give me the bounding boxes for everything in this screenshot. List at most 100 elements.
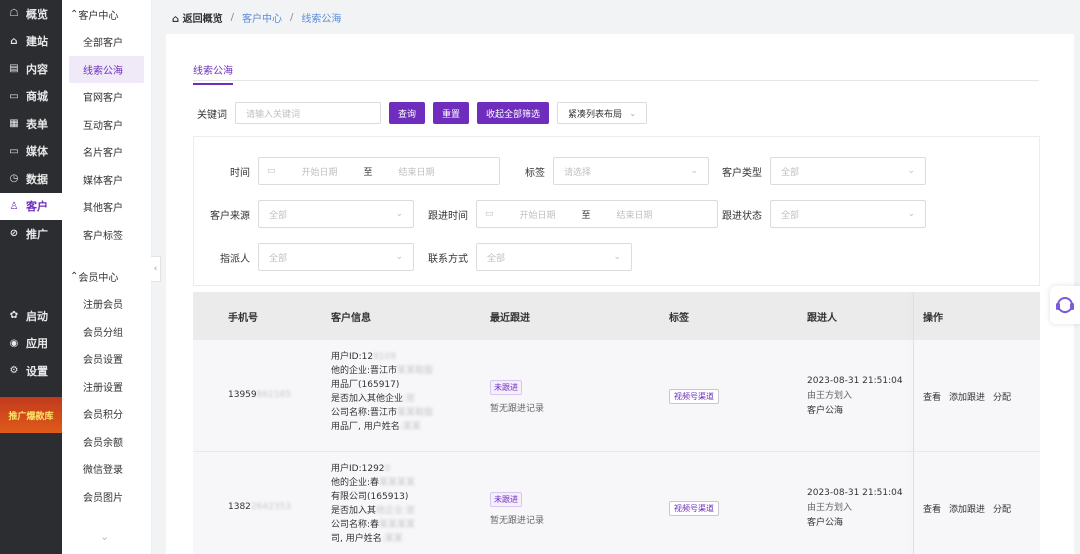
chevron-down-icon: ⌄ <box>395 209 403 219</box>
view-link[interactable]: 查看 <box>923 502 941 515</box>
col-actions: 操作 <box>923 313 943 324</box>
info-text: 是否加入其他企业 <box>331 394 404 404</box>
subnav-customer-7[interactable]: 客户标签 <box>62 221 151 249</box>
follow-record: 暂无跟进记录 <box>490 516 545 526</box>
subnav-customer-4[interactable]: 名片客户 <box>62 138 151 166</box>
nav-item-8[interactable]: ⊘ 推广 <box>0 220 62 248</box>
keyword-input[interactable]: 请输入关键词 <box>235 102 381 124</box>
group-customer-center[interactable]: ⌃ 客户中心 <box>62 0 151 28</box>
filter-follow-time: 跟进时间 ▭ 开始日期 至 结束日期 <box>418 200 718 228</box>
source-value: 全部 <box>269 210 288 221</box>
follow-record: 暂无跟进记录 <box>490 404 545 414</box>
subnav-customer-0[interactable]: 全部客户 <box>62 28 151 56</box>
nav-label: 商城 <box>26 90 48 104</box>
filter-contact: 联系方式 全部 ⌄ <box>418 243 632 271</box>
chevron-down-icon: ⌄ <box>690 166 698 176</box>
collapse-filters-button[interactable]: 收起全部筛选 <box>477 102 550 124</box>
subnav-member-0[interactable]: 注册会员 <box>62 290 151 318</box>
info-text: 有限公司(165913) <box>331 492 409 502</box>
status-badge: 未跟进 <box>490 380 522 395</box>
phone-number: 13959 <box>228 390 257 400</box>
nav-icon: ◉ <box>9 337 19 349</box>
layout-select[interactable]: 紧凑列表布局 ⌄ <box>557 102 648 124</box>
nav-label: 内容 <box>26 62 48 76</box>
view-link[interactable]: 查看 <box>923 390 941 403</box>
info-line: 有限公司(165913) <box>331 490 481 504</box>
promo-banner[interactable]: 推广爆款库 <box>0 397 62 433</box>
subnav-member-2[interactable]: 会员设置 <box>62 345 151 373</box>
info-line: 用品厂(165917) <box>331 378 481 392</box>
assign-link[interactable]: 分配 <box>993 502 1011 515</box>
subnav-member-6[interactable]: 微信登录 <box>62 455 151 483</box>
nav-item-5[interactable]: ▭ 媒体 <box>0 138 62 166</box>
info-text: 他的企业:春 <box>331 478 380 488</box>
tag-select[interactable]: 请选择 ⌄ <box>553 157 709 185</box>
subnav-member-5[interactable]: 会员余额 <box>62 428 151 456</box>
add-follow-link[interactable]: 添加跟进 <box>949 502 985 515</box>
assign-link[interactable]: 分配 <box>993 390 1011 403</box>
back-link[interactable]: ⌂ 返回概览 <box>172 10 223 25</box>
breadcrumb-current: 线索公海 <box>301 14 342 25</box>
keyword-label: 关键词 <box>197 109 227 121</box>
start-date: 开始日期 <box>301 167 338 178</box>
time-range-picker[interactable]: ▭ 开始日期 至 结束日期 <box>258 157 500 185</box>
tab-leads-pool[interactable]: 线索公海 <box>193 62 233 85</box>
col-customer-info: 客户信息 <box>331 313 371 324</box>
phone-masked: 862165 <box>256 390 291 400</box>
customer-info: 用户ID:128109 他的企业:晋江市某某鞋服 用品厂(165917) 是否加入其他… <box>331 350 481 434</box>
nav-bottom-item-2[interactable]: ⚙ 设置 <box>0 357 62 385</box>
nav-item-4[interactable]: ▦ 表单 <box>0 110 62 138</box>
customer-type-value: 全部 <box>781 167 800 178</box>
subnav-customer-2[interactable]: 官网客户 <box>62 83 151 111</box>
subnav-member-3[interactable]: 注册设置 <box>62 373 151 401</box>
subnav-customer-5[interactable]: 媒体客户 <box>62 166 151 194</box>
chevron-down-icon: ⌄ <box>395 252 403 262</box>
contact-select[interactable]: 全部 ⌄ <box>476 243 632 271</box>
tag-badge: 视频号渠道 <box>669 501 719 516</box>
customer-type-select[interactable]: 全部 ⌄ <box>770 157 926 185</box>
query-button[interactable]: 查询 <box>389 102 426 124</box>
nav-label: 媒体 <box>26 145 48 159</box>
group-member-center[interactable]: ⌃ 会员中心 <box>62 262 151 290</box>
col-phone: 手机号 <box>228 313 258 324</box>
nav-item-2[interactable]: ▤ 内容 <box>0 55 62 83</box>
info-masked: :是 <box>403 394 416 404</box>
assignee-value: 全部 <box>269 253 288 264</box>
promo-label: 推广爆款库 <box>8 411 54 422</box>
subnav-customer-6[interactable]: 其他客户 <box>62 193 151 221</box>
keyword-placeholder: 请输入关键词 <box>246 109 301 120</box>
nav-label: 推广 <box>26 227 48 241</box>
nav-icon: ▭ <box>9 90 19 102</box>
group-customer-label: 客户中心 <box>78 10 119 22</box>
search-bar: 关键词 请输入关键词 查询 重置 收起全部筛选 紧凑列表布局 ⌄ <box>197 102 648 124</box>
customer-service-button[interactable] <box>1050 286 1080 324</box>
nav-item-0[interactable]: ☖ 概览 <box>0 0 62 28</box>
add-follow-link[interactable]: 添加跟进 <box>949 390 985 403</box>
nav-bottom-item-1[interactable]: ◉ 应用 <box>0 330 62 358</box>
breadcrumb-customer-center[interactable]: 客户中心 <box>242 10 282 25</box>
info-line: 用户ID:12920 <box>331 462 481 476</box>
tag-placeholder: 请选择 <box>564 167 592 178</box>
reset-button[interactable]: 重置 <box>433 102 470 124</box>
follow-time-range-picker[interactable]: ▭ 开始日期 至 结束日期 <box>476 200 718 228</box>
subnav-customer-3[interactable]: 互动客户 <box>62 111 151 139</box>
nav-item-1[interactable]: ⌂ 建站 <box>0 28 62 56</box>
follow-status-select[interactable]: 全部 ⌄ <box>770 200 926 228</box>
subnav-member-7[interactable]: 会员图片 <box>62 483 151 511</box>
nav-icon: ⊘ <box>9 228 19 240</box>
assignee-select[interactable]: 全部 ⌄ <box>258 243 414 271</box>
source-select[interactable]: 全部 ⌄ <box>258 200 414 228</box>
nav-item-6[interactable]: ◷ 数据 <box>0 165 62 193</box>
info-text: 用户ID:1292 <box>331 464 385 474</box>
nav-icon: ▭ <box>9 145 19 157</box>
subnav-customer-1[interactable]: 线索公海 <box>69 55 144 83</box>
nav-item-7[interactable]: ♙ 客户 <box>0 192 62 220</box>
filter-panel: 时间 ▭ 开始日期至结束日期 标签 请选择 ⌄ 客户类型 全部 ⌄ 客户来源 全部 ⌄ … <box>193 136 1040 286</box>
chevron-down-icon[interactable]: ⌄ <box>100 530 109 543</box>
nav-item-3[interactable]: ▭ 商城 <box>0 83 62 111</box>
nav-bottom-item-0[interactable]: ✿ 启动 <box>0 302 62 330</box>
nav-label: 应用 <box>26 337 48 351</box>
nav-icon: ☖ <box>9 8 19 20</box>
subnav-member-1[interactable]: 会员分组 <box>62 318 151 346</box>
subnav-member-4[interactable]: 会员积分 <box>62 400 151 428</box>
